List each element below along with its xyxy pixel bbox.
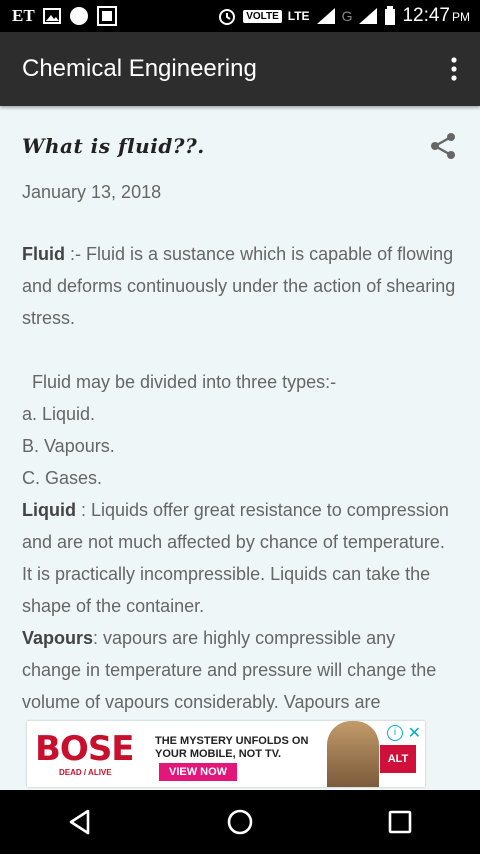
signal-icon xyxy=(316,8,335,24)
app-notification-icon xyxy=(96,6,117,26)
share-icon xyxy=(431,133,455,159)
type-item: B. Vapours. xyxy=(22,436,115,456)
types-intro: Fluid may be divided into three types:- xyxy=(32,372,337,392)
ad-logo: BOSE xyxy=(35,729,135,769)
home-button[interactable] xyxy=(210,792,270,852)
vapour-term: Vapours xyxy=(22,628,94,648)
type-item: a. Liquid. xyxy=(22,404,96,424)
liquid-definition: : Liquids offer great resistance to comp… xyxy=(22,500,449,616)
ad-view-now-button[interactable]: VIEW NOW xyxy=(159,763,238,781)
lte-label: LTE xyxy=(287,9,310,23)
battery-icon xyxy=(385,6,396,25)
banner-ad[interactable]: BOSE DEAD / ALIVE THE MYSTERY UNFOLDS ON… xyxy=(27,721,425,787)
liquid-term: Liquid xyxy=(22,500,76,520)
app-bar: Chemical Engineering xyxy=(0,32,480,106)
clock: 12:47 PM xyxy=(402,5,470,26)
carrier-label: ET xyxy=(12,6,35,25)
gallery-notification-icon xyxy=(42,8,61,24)
recents-square-icon xyxy=(388,810,412,834)
recents-button[interactable] xyxy=(370,792,430,852)
post-body: Fluid :- Fluid is a sustance which is ca… xyxy=(22,238,456,718)
post-date: January 13, 2018 xyxy=(22,182,162,202)
share-button[interactable] xyxy=(428,131,458,161)
navigation-bar xyxy=(0,790,480,854)
post-content: What is fluid??. January 13, 2018 Fluid … xyxy=(0,106,480,790)
fluid-definition: :- Fluid is a sustance which is capable … xyxy=(22,244,456,328)
status-bar: ET VOLTE LTE G 12:47 PM xyxy=(0,0,480,32)
ad-info-icon[interactable]: i xyxy=(387,725,403,741)
ad-headline-2: YOUR MOBILE, NOT TV. xyxy=(155,748,282,760)
ad-close-icon[interactable]: ✕ xyxy=(408,723,421,743)
fluid-paragraph: Fluid :- Fluid is a sustance which is ca… xyxy=(22,238,456,334)
signal-icon-2 xyxy=(359,8,378,24)
ad-headline: THE MYSTERY UNFOLDS ON xyxy=(155,735,309,747)
vapour-paragraph: Vapours: vapours are highly compressible… xyxy=(22,622,456,718)
ad-alt-badge: ALT xyxy=(380,745,416,773)
ad-person-image xyxy=(327,721,379,787)
liquid-paragraph: Liquid : Liquids offer great resistance … xyxy=(22,494,456,622)
type-item: C. Gases. xyxy=(22,468,103,488)
g-network-label: G xyxy=(341,8,353,24)
volte-badge: VOLTE xyxy=(243,9,282,23)
post-title[interactable]: What is fluid??. xyxy=(22,134,205,158)
app-title: Chemical Engineering xyxy=(22,55,257,82)
more-vert-icon xyxy=(451,57,457,81)
ad-logo-subtitle: DEAD / ALIVE xyxy=(59,768,112,777)
home-circle-icon xyxy=(227,809,253,835)
post-header: What is fluid??. xyxy=(22,128,458,164)
back-triangle-icon xyxy=(69,809,90,835)
circle-notification-icon xyxy=(69,7,88,25)
back-button[interactable] xyxy=(50,792,110,852)
alarm-icon xyxy=(219,9,236,25)
fluid-term: Fluid xyxy=(22,244,65,264)
overflow-menu-button[interactable] xyxy=(434,45,474,93)
